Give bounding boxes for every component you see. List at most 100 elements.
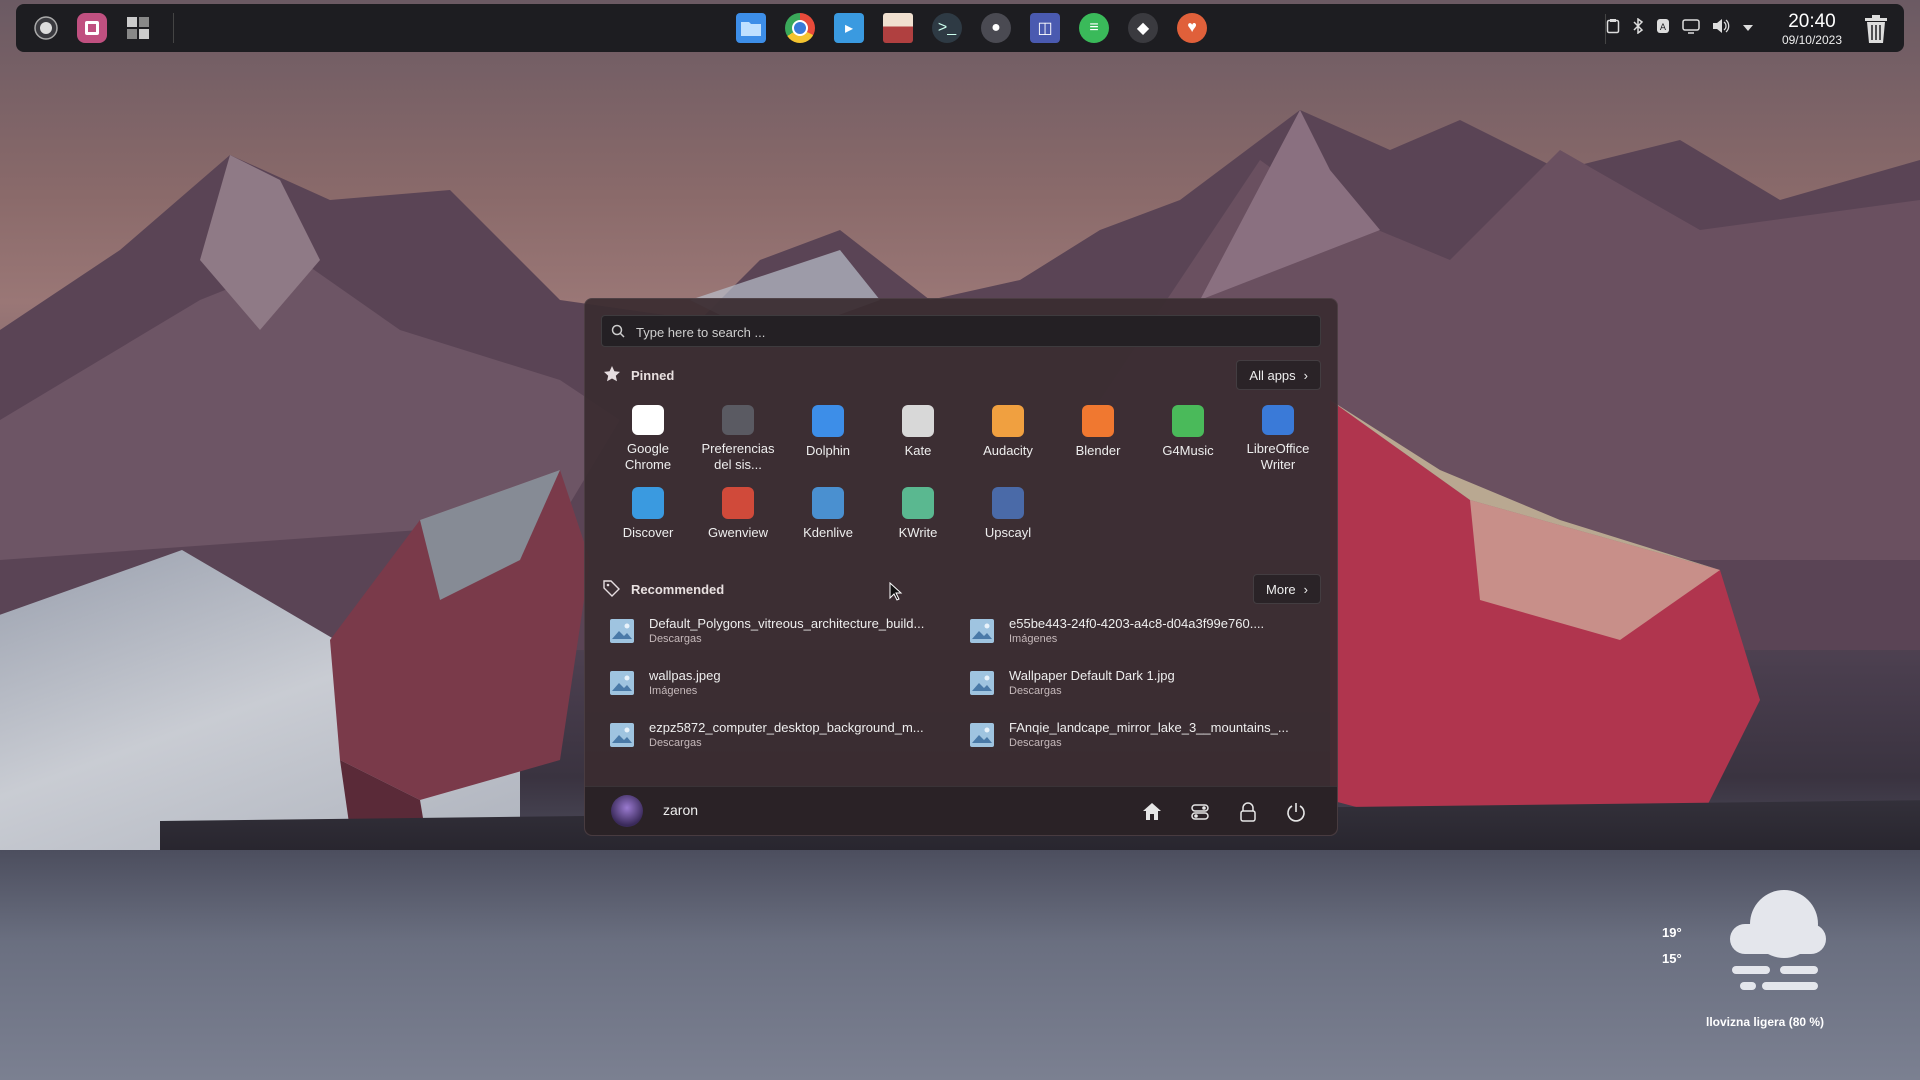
pinned-app[interactable]: KWrite <box>873 487 963 555</box>
temp-low: 15° <box>1662 951 1682 966</box>
recommended-item-name: wallpas.jpeg <box>649 668 721 683</box>
pinned-app-label: Google Chrome <box>624 441 672 472</box>
recommended-item[interactable]: Wallpaper Default Dark 1.jpg Descargas <box>963 665 1319 701</box>
discover-icon[interactable]: ▸ <box>834 13 864 43</box>
weather-temps: 19° 15° <box>1662 920 1682 972</box>
pinned-app-label: G4Music <box>1162 443 1214 458</box>
pinned-app[interactable]: G4Music <box>1143 405 1233 473</box>
chevron-right-icon: › <box>1303 581 1308 597</box>
trash-icon[interactable] <box>1862 14 1890 44</box>
menu-footer: zaron <box>585 786 1337 835</box>
pinned-app[interactable]: Dolphin <box>783 405 873 473</box>
document-icon <box>1262 405 1294 435</box>
all-apps-label: All apps <box>1249 367 1296 383</box>
search-box[interactable] <box>601 315 1321 348</box>
pinned-app-label: Audacity <box>983 443 1033 458</box>
more-label: More <box>1266 581 1296 597</box>
username[interactable]: zaron <box>663 802 698 818</box>
pinned-app-label: Gwenview <box>708 525 768 540</box>
chrome-icon[interactable] <box>785 13 815 43</box>
power-icon[interactable] <box>1285 801 1307 823</box>
image-file-icon <box>970 671 994 695</box>
spotify-icon[interactable]: ≡ <box>1079 13 1109 43</box>
recommended-item-name: Default_Polygons_vitreous_architecture_b… <box>649 616 925 631</box>
settings-icon <box>722 405 754 435</box>
puzzle-icon[interactable] <box>77 13 107 43</box>
recommended-item[interactable]: ezpz5872_computer_desktop_background_m..… <box>603 717 963 753</box>
recommended-item-location: Imágenes <box>1009 633 1058 645</box>
clock[interactable]: 20:40 09/10/2023 <box>1782 12 1842 48</box>
home-icon[interactable] <box>1141 801 1163 823</box>
blender-icon <box>1082 405 1114 437</box>
image-file-icon <box>610 671 634 695</box>
pinned-app-label: Blender <box>1075 443 1121 458</box>
recommended-item[interactable]: e55be443-24f0-4203-a4c8-d04a3f99e760....… <box>963 613 1319 649</box>
recommended-item-location: Descargas <box>649 737 702 749</box>
pinned-app-label: Discover <box>622 525 674 540</box>
top-panel: ▸ >_ ● ◫ ≡ ◆ ♥ A 20:40 09/10/2023 <box>16 4 1904 52</box>
start-menu: Pinned All apps › Google Chrome Preferenc… <box>584 298 1338 836</box>
expand-icon[interactable] <box>1742 20 1754 36</box>
image-file-icon <box>610 723 634 747</box>
headphones-icon <box>992 405 1024 437</box>
pinned-app-label: Dolphin <box>805 443 851 458</box>
pinned-app[interactable]: Upscayl <box>963 487 1053 555</box>
pinned-app[interactable]: Kdenlive <box>783 487 873 555</box>
pinned-app[interactable]: Audacity <box>963 405 1053 473</box>
avatar[interactable] <box>611 795 643 827</box>
clock-date: 09/10/2023 <box>1781 33 1842 47</box>
firefox-icon[interactable]: ♥ <box>1177 13 1207 43</box>
chevron-right-icon: › <box>1303 367 1308 383</box>
recommended-item-location: Descargas <box>649 633 702 645</box>
discover-icon <box>632 487 664 519</box>
search-input[interactable] <box>634 316 1308 348</box>
svg-text:A: A <box>1660 23 1667 33</box>
folder-icon <box>812 405 844 437</box>
pinned-app-label: Kate <box>904 443 932 458</box>
cloud-drizzle-icon <box>1730 890 1826 990</box>
pinned-app[interactable]: Kate <box>873 405 963 473</box>
bluetooth-icon[interactable] <box>1632 17 1644 37</box>
vpn-icon[interactable]: ◫ <box>1030 13 1060 43</box>
music-icon <box>1172 405 1204 437</box>
terminal-icon[interactable]: >_ <box>932 13 962 43</box>
recommended-list: Default_Polygons_vitreous_architecture_b… <box>603 613 1319 753</box>
pinned-app[interactable]: Blender <box>1053 405 1143 473</box>
recommended-item[interactable]: wallpas.jpeg Imágenes <box>603 665 963 701</box>
weather-widget[interactable]: 19° 15° llovizna ligera (80 %) <box>1640 880 1880 1040</box>
display-icon[interactable] <box>1682 18 1700 37</box>
recommended-item[interactable]: Default_Polygons_vitreous_architecture_b… <box>603 613 963 649</box>
record-icon[interactable] <box>31 13 61 43</box>
more-button[interactable]: More › <box>1253 574 1321 604</box>
pinned-app[interactable]: Discover <box>603 487 693 555</box>
git-icon[interactable]: ◆ <box>1128 13 1158 43</box>
image-file-icon <box>610 619 634 643</box>
recommended-item[interactable]: FAnqie_landcape_mirror_lake_3__mountains… <box>963 717 1319 753</box>
tag-icon <box>603 580 620 597</box>
pinned-app[interactable]: LibreOffice Writer <box>1233 405 1323 473</box>
folder-icon[interactable] <box>736 13 766 43</box>
image-file-icon <box>970 723 994 747</box>
star-icon <box>604 366 620 382</box>
pinned-app[interactable]: Google Chrome <box>603 405 693 473</box>
recommended-title: Recommended <box>631 582 725 597</box>
temp-high: 19° <box>1662 925 1682 940</box>
settings-toggle-icon[interactable] <box>1189 801 1211 823</box>
pinned-app[interactable]: Gwenview <box>693 487 783 555</box>
mouse-cursor-icon <box>889 582 903 601</box>
lock-icon[interactable] <box>1237 801 1259 823</box>
gwenview-icon <box>722 487 754 519</box>
snow-ground <box>0 850 1920 1080</box>
window-grid-icon[interactable] <box>123 13 153 43</box>
clipboard-icon[interactable] <box>1606 18 1620 37</box>
recommended-item-location: Descargas <box>1009 737 1062 749</box>
settings-icon[interactable]: ● <box>981 13 1011 43</box>
pinned-app-label: Preferencias del sis... <box>701 441 775 472</box>
clock-time: 20:40 <box>1788 11 1836 32</box>
pinned-app[interactable]: Preferencias del sis... <box>693 405 783 473</box>
keyboard-icon[interactable]: A <box>1656 18 1670 37</box>
all-apps-button[interactable]: All apps › <box>1236 360 1321 390</box>
gwenview-icon[interactable] <box>883 13 913 43</box>
image-file-icon <box>970 619 994 643</box>
volume-icon[interactable] <box>1712 18 1730 37</box>
